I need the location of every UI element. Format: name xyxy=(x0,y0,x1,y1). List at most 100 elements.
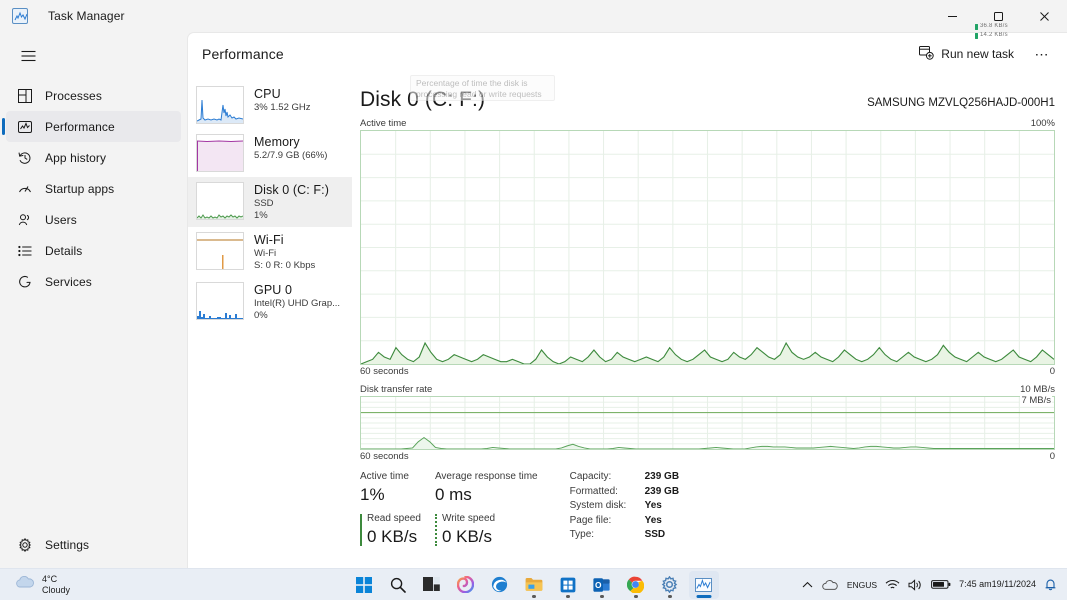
stat-label: Read speed xyxy=(367,513,421,524)
close-button[interactable] xyxy=(1021,0,1067,32)
performance-icon xyxy=(16,118,33,135)
title-bar: Task Manager 36.8 KB/s 14.2 KB/s xyxy=(0,0,1067,39)
gpu-thumbnail-graph xyxy=(196,282,244,320)
edge-button[interactable] xyxy=(485,571,515,599)
sidebar-item-label: Users xyxy=(45,212,77,227)
transfer-rate-min: 0 xyxy=(1049,451,1055,462)
language-line-1: ENG xyxy=(846,579,866,590)
resource-name: Wi-Fi xyxy=(254,233,284,247)
task-view-button[interactable] xyxy=(417,571,447,599)
transfer-rate-svg xyxy=(361,397,1054,449)
resource-sub2: 0% xyxy=(254,310,268,321)
sidebar-item-details[interactable]: Details xyxy=(6,235,181,266)
details-icon xyxy=(16,242,33,259)
processes-icon xyxy=(16,87,33,104)
resource-item-wifi[interactable]: Wi-Fi Wi-Fi S: 0 R: 0 Kbps xyxy=(188,227,352,277)
startup-icon xyxy=(16,180,33,197)
info-key: Type: xyxy=(569,529,595,540)
resource-item-disk-0[interactable]: Disk 0 (C: F:) SSD 1% xyxy=(188,177,352,227)
minimize-button[interactable] xyxy=(929,0,975,32)
transfer-rate-line-label: 7 MB/s xyxy=(1020,395,1052,406)
gear-icon xyxy=(16,536,33,553)
header-actions: Run new task ⋯ xyxy=(910,40,1057,68)
tray-cloud-icon[interactable] xyxy=(821,579,839,591)
stat-write-speed: Write speed 0 KB/s xyxy=(434,512,538,548)
sidebar-item-users[interactable]: Users xyxy=(6,204,181,235)
run-new-task-button[interactable]: Run new task xyxy=(910,40,1023,68)
sidebar-item-processes[interactable]: Processes xyxy=(6,80,181,111)
resource-text: GPU 0 Intel(R) UHD Grap... 0% xyxy=(254,282,340,322)
window-title: Task Manager xyxy=(48,9,125,23)
task-manager-button[interactable] xyxy=(688,570,719,599)
tray-expand-button[interactable] xyxy=(802,581,813,589)
resource-sub1: 3% 1.52 GHz xyxy=(254,102,311,113)
more-options-button[interactable]: ⋯ xyxy=(1027,40,1057,68)
language-indicator[interactable]: ENG US xyxy=(847,580,877,590)
detail-header: Disk 0 (C: F:) SAMSUNG MZVLQ256HAJD-000H… xyxy=(360,87,1055,112)
transfer-rate-label: Disk transfer rate xyxy=(360,384,433,395)
system-tray: ENG US 7:45 am 19/11/2024 xyxy=(802,578,1067,591)
start-button[interactable] xyxy=(349,571,379,599)
menu-icon[interactable] xyxy=(8,38,48,74)
services-icon xyxy=(16,273,33,290)
sidebar-item-label: App history xyxy=(45,150,107,165)
stat-value: 0 ms xyxy=(434,485,472,504)
chrome-button[interactable] xyxy=(621,571,651,599)
sidebar-item-label: Performance xyxy=(45,119,115,134)
volume-icon[interactable] xyxy=(908,578,923,591)
info-row: Formatted: 239 GB xyxy=(570,485,679,500)
info-key: Page file: xyxy=(569,514,612,526)
info-value: SSD xyxy=(644,529,666,540)
resource-sub1: Intel(R) UHD Grap... xyxy=(254,298,341,309)
settings-button[interactable] xyxy=(655,571,685,599)
resource-item-memory[interactable]: Memory 5.2/7.9 GB (66%) xyxy=(188,129,352,177)
sidebar-footer: Settings xyxy=(0,529,187,568)
sidebar-item-label: Services xyxy=(45,274,92,289)
memory-thumbnail-graph xyxy=(196,134,244,172)
maximize-button[interactable] xyxy=(975,0,1021,32)
window-controls xyxy=(929,0,1067,32)
stat-label: Active time xyxy=(360,471,409,482)
sidebar-item-label: Processes xyxy=(45,88,102,103)
sidebar-nav-list: Processes Performance App history Startu… xyxy=(0,80,187,529)
info-row: Page file: Yes xyxy=(570,514,679,529)
svg-text:O: O xyxy=(595,580,602,590)
file-explorer-button[interactable] xyxy=(519,571,549,599)
transfer-rate-window: 60 seconds xyxy=(360,451,409,462)
sidebar-item-startup-apps[interactable]: Startup apps xyxy=(6,173,181,204)
disk-stats: Active time 1% Read speed 0 KB/s Average… xyxy=(360,470,1055,548)
disk-info-table: Capacity: 239 GB Formatted: 239 GB Syste… xyxy=(570,470,679,548)
resource-item-gpu-0[interactable]: GPU 0 Intel(R) UHD Grap... 0% xyxy=(188,277,352,327)
run-new-task-icon xyxy=(919,45,934,63)
disk-thumbnail-graph xyxy=(196,182,244,220)
info-row: Type: SSD xyxy=(570,528,679,543)
content-header: Performance Run new task ⋯ xyxy=(188,33,1067,75)
microsoft-store-button[interactable] xyxy=(553,571,583,599)
task-manager-window: Task Manager 36.8 KB/s 14.2 KB/s Process… xyxy=(0,0,1067,568)
active-time-min: 0 xyxy=(1049,366,1055,377)
sidebar-item-performance[interactable]: Performance xyxy=(2,111,181,142)
page-title: Performance xyxy=(202,46,284,62)
weather-widget[interactable]: 4°C Cloudy xyxy=(14,574,70,596)
info-row: Capacity: 239 GB xyxy=(570,470,679,485)
battery-icon[interactable] xyxy=(931,579,951,590)
resource-sub1: SSD xyxy=(254,198,274,209)
search-button[interactable] xyxy=(383,571,413,599)
wifi-icon[interactable] xyxy=(885,579,900,591)
sidebar-item-label: Details xyxy=(45,243,83,258)
stat-value: 0 KB/s xyxy=(367,527,418,546)
sidebar-item-services[interactable]: Services xyxy=(6,266,181,297)
copilot-button[interactable] xyxy=(451,571,481,599)
outlook-button[interactable]: O xyxy=(587,571,617,599)
stat-value: 1% xyxy=(360,485,385,504)
sidebar-item-settings[interactable]: Settings xyxy=(6,529,181,560)
bell-icon[interactable] xyxy=(1044,578,1057,591)
info-value: 239 GB xyxy=(644,485,680,497)
sidebar-item-app-history[interactable]: App history xyxy=(6,142,181,173)
info-value: Yes xyxy=(644,514,662,526)
window-body: Processes Performance App history Startu… xyxy=(0,32,1067,568)
resource-item-cpu[interactable]: CPU 3% 1.52 GHz xyxy=(188,81,352,129)
disk-detail-pane: Disk 0 (C: F:) SAMSUNG MZVLQ256HAJD-000H… xyxy=(352,75,1067,568)
weather-temp: 4°C xyxy=(42,573,58,584)
clock[interactable]: 7:45 am 19/11/2024 xyxy=(959,579,1036,590)
